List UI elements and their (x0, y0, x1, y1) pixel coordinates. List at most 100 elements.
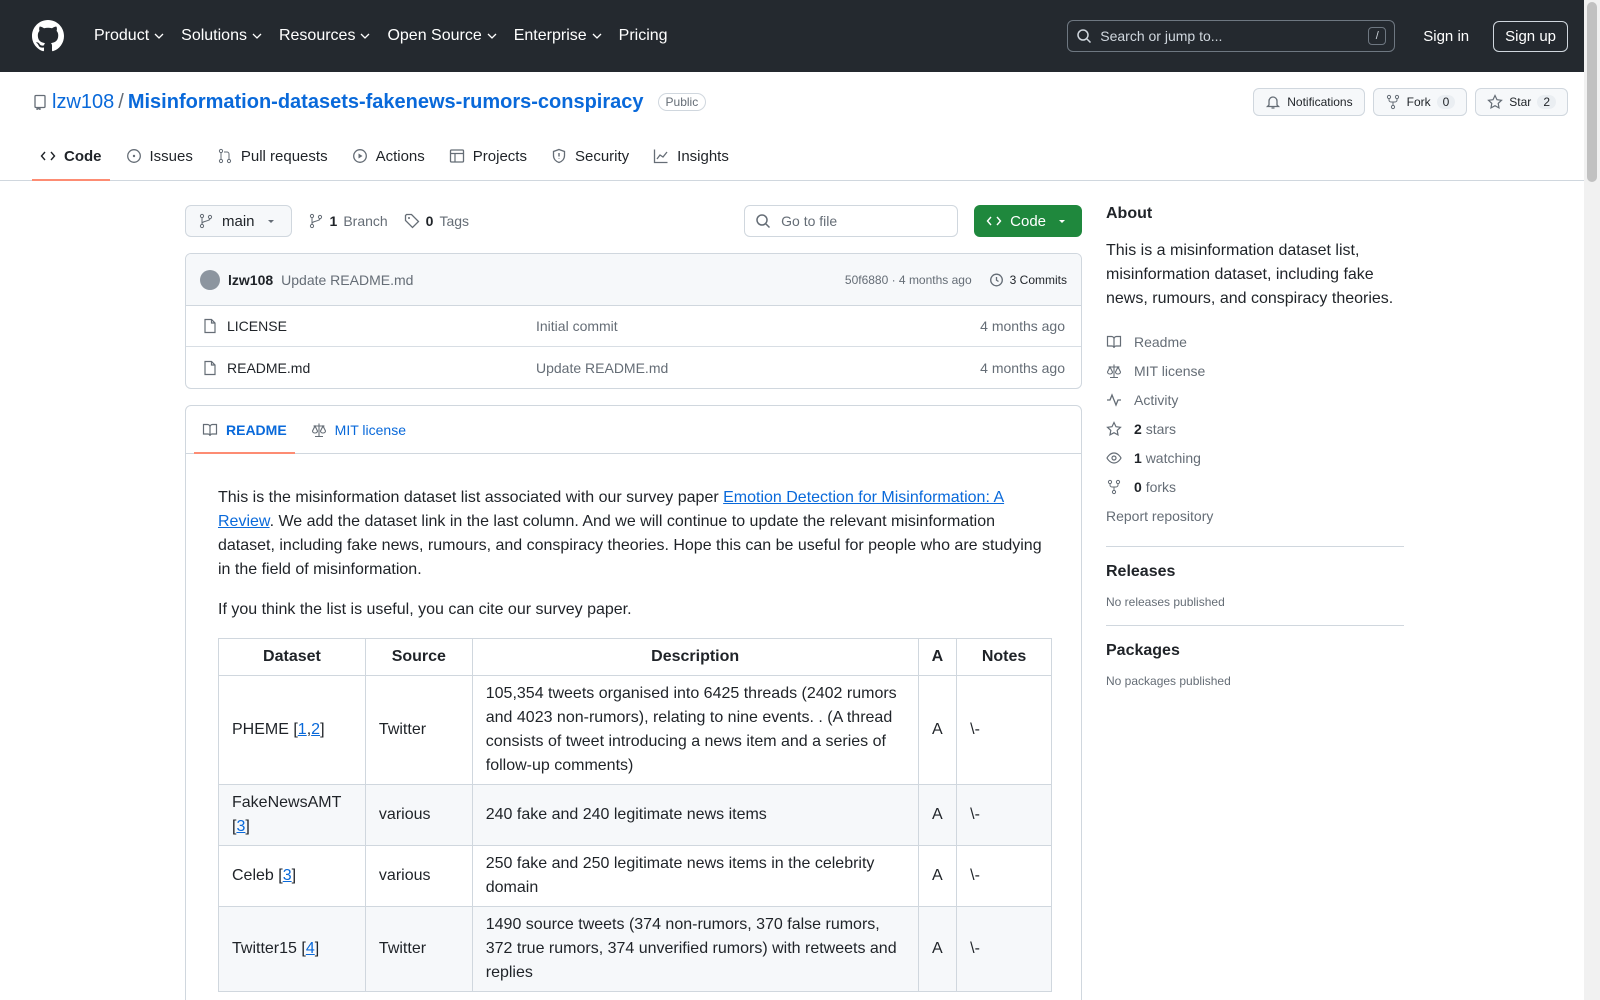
nav-enterprise-label: Enterprise (513, 27, 587, 44)
branch-count: 1 (329, 213, 338, 229)
caret-down-icon (267, 220, 274, 223)
nav-product[interactable]: Product (86, 18, 173, 54)
dataset-cell: Twitter15 [4] (218, 906, 366, 992)
ref-bracket: ] (291, 867, 297, 884)
commit-author-link[interactable]: lzw108 (228, 272, 273, 288)
nav-resources[interactable]: Resources (271, 18, 379, 54)
nav-pricing[interactable]: Pricing (611, 18, 676, 54)
file-icon (204, 360, 216, 375)
branch-icon (199, 213, 213, 229)
watching-count: 1 (1134, 449, 1142, 466)
commit-message-link[interactable]: Update README.md (281, 272, 413, 288)
readme-label: Readme (1134, 333, 1187, 350)
commit-meta[interactable]: 50f6880 · 4 months ago (845, 273, 972, 287)
tab-security[interactable]: Security (543, 132, 637, 180)
visibility-badge: Public (657, 93, 707, 111)
star-button[interactable]: Star 2 (1475, 88, 1568, 116)
repo-owner-link[interactable]: lzw108 (52, 91, 114, 114)
description-cell: 240 fake and 240 legitimate news items (471, 784, 919, 846)
watching-label: watching (1145, 449, 1201, 466)
star-count: 2 (1537, 95, 1556, 109)
repo-name-link[interactable]: Misinformation-datasets-fakenews-rumors-… (128, 91, 644, 114)
scrollbar-thumb[interactable] (1587, 2, 1597, 182)
file-age: 4 months ago (980, 359, 1065, 376)
ref-bracket: ] (320, 721, 325, 738)
branch-selector[interactable]: main (185, 205, 292, 237)
tags-link[interactable]: 0 Tags (404, 213, 469, 229)
divider (1106, 546, 1404, 547)
report-repository-link[interactable]: Report repository (1106, 501, 1404, 530)
tab-issues[interactable]: Issues (118, 132, 201, 180)
search-placeholder: Search or jump to... (1100, 28, 1223, 44)
tab-license[interactable]: MIT license (303, 406, 414, 453)
notifications-label: Notifications (1287, 95, 1353, 109)
tab-actions[interactable]: Actions (344, 132, 433, 180)
repo-tabs: Code Issues Pull requests Actions Projec… (32, 132, 1568, 181)
sidebar-readme-link[interactable]: Readme (1106, 327, 1404, 356)
sidebar-activity-link[interactable]: Activity (1106, 385, 1404, 414)
history-icon (989, 273, 1003, 286)
tab-pull-requests[interactable]: Pull requests (209, 132, 336, 180)
go-to-file-input[interactable]: Go to file (744, 205, 959, 237)
sidebar-license-link[interactable]: MIT license (1106, 356, 1404, 385)
main-content: main 1 Branch 0 Tags Go to file Code lzw… (0, 205, 1600, 1000)
notifications-button[interactable]: Notifications (1253, 88, 1365, 116)
sign-up-button[interactable]: Sign up (1493, 20, 1568, 52)
global-search-input[interactable]: Search or jump to... / (1067, 20, 1396, 52)
tab-security-label: Security (574, 147, 630, 165)
branches-link[interactable]: 1 Branch (308, 213, 388, 229)
description-cell: 105,354 tweets organised into 6425 threa… (471, 675, 919, 785)
sidebar-watching-link[interactable]: 1 watching (1106, 443, 1404, 472)
dataset-cell: FakeNewsAMT [3] (218, 784, 366, 846)
tab-insights-label: Insights (677, 147, 729, 165)
file-name: README.md (227, 359, 311, 376)
repo-separator: / (118, 90, 124, 113)
packages-heading[interactable]: Packages (1106, 642, 1404, 660)
sidebar-forks-link[interactable]: 0 forks (1106, 472, 1404, 501)
reference-link[interactable]: 4 (306, 940, 315, 957)
tab-readme[interactable]: README (194, 406, 295, 454)
file-link[interactable]: LICENSE (202, 318, 536, 334)
nav-enterprise[interactable]: Enterprise (506, 18, 611, 54)
page-scrollbar[interactable] (1584, 0, 1600, 1000)
fork-count: 0 (1436, 95, 1456, 109)
file-age: 4 months ago (980, 318, 1065, 334)
tag-label: Tags (439, 213, 470, 229)
releases-heading[interactable]: Releases (1106, 563, 1404, 581)
code-dropdown-button[interactable]: Code (974, 205, 1082, 237)
nav-solutions-label: Solutions (181, 27, 247, 44)
sidebar-stars-link[interactable]: 2 stars (1106, 414, 1404, 443)
reference-link[interactable]: 3 (283, 867, 292, 884)
latest-commit: lzw108 Update README.md 50f6880 · 4 mont… (186, 254, 1081, 306)
chevron-down-icon (360, 33, 370, 39)
sign-in-link[interactable]: Sign in (1423, 28, 1469, 45)
avatar[interactable] (200, 269, 220, 290)
tab-readme-label: README (226, 421, 287, 438)
description-cell: 250 fake and 250 legitimate news items i… (471, 845, 919, 907)
github-logo-icon[interactable] (32, 20, 64, 52)
search-icon (756, 214, 771, 229)
reference-link[interactable]: 1 (298, 721, 307, 738)
fork-button[interactable]: Fork 0 (1372, 88, 1468, 116)
commits-history-link[interactable]: 3 Commits (988, 272, 1067, 288)
stars-count: 2 (1134, 420, 1142, 437)
source-cell: Twitter (364, 675, 473, 785)
dataset-cell: Celeb [3] (218, 845, 366, 907)
nav-solutions[interactable]: Solutions (173, 18, 271, 54)
nav-resources-label: Resources (278, 27, 356, 44)
repo-header: lzw108 / Misinformation-datasets-fakenew… (0, 72, 1600, 181)
tab-code[interactable]: Code (32, 132, 110, 181)
file-commit-link[interactable]: Initial commit (536, 318, 980, 334)
tab-projects-label: Projects (472, 147, 527, 165)
reference-link[interactable]: 2 (311, 721, 320, 738)
file-link[interactable]: README.md (202, 360, 536, 376)
activity-label: Activity (1134, 391, 1179, 408)
chevron-down-icon (592, 33, 602, 39)
tab-projects[interactable]: Projects (441, 132, 535, 180)
table-row: FakeNewsAMT [3] various 240 fake and 240… (218, 784, 1052, 846)
file-commit-link[interactable]: Update README.md (536, 360, 980, 376)
star-icon (1487, 94, 1504, 110)
tab-insights[interactable]: Insights (645, 132, 737, 180)
nav-open-source[interactable]: Open Source (379, 18, 505, 54)
law-icon (1106, 364, 1122, 378)
